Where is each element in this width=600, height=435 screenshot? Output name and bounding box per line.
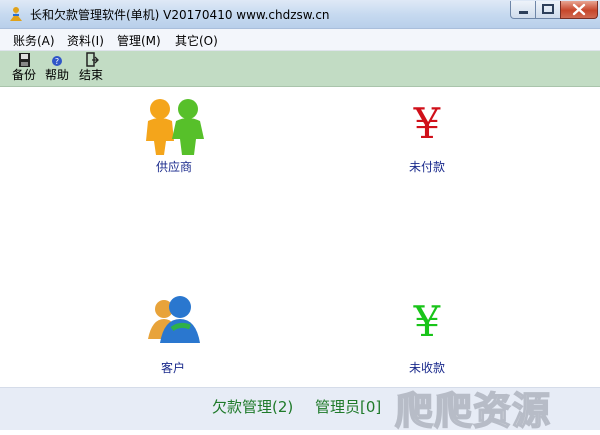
yen-red-icon: ¥ bbox=[413, 99, 441, 148]
suppliers-label: 供应商 bbox=[155, 160, 193, 174]
menu-other[interactable]: 其它(O) bbox=[175, 32, 218, 49]
help-icon: ? bbox=[52, 56, 62, 66]
backup-button[interactable]: 备份 bbox=[10, 52, 38, 83]
admin-status: 管理员[0] bbox=[315, 398, 382, 416]
unreceived-label: 未收款 bbox=[408, 361, 446, 375]
toolbar: 备份 ? 帮助 结束 bbox=[0, 51, 600, 87]
menu-bar: 账务(A) 资料(I) 管理(M) 其它(O) bbox=[0, 29, 600, 51]
unpaid-label: 未付款 bbox=[408, 160, 446, 174]
menu-manage[interactable]: 管理(M) bbox=[117, 32, 161, 49]
svg-text:?: ? bbox=[55, 57, 59, 66]
debt-mgmt-status: 欠款管理(2) bbox=[212, 398, 294, 416]
app-person-icon bbox=[10, 7, 22, 21]
menu-accounts[interactable]: 账务(A) bbox=[13, 32, 55, 49]
window-title: 长和欠款管理软件(单机) V20170410 www.chdzsw.cn bbox=[30, 8, 330, 22]
yen-green-icon: ¥ bbox=[413, 297, 441, 346]
app-window: 长和欠款管理软件(单机) V20170410 www.chdzsw.cn 账务(… bbox=[0, 0, 600, 434]
maximize-button[interactable] bbox=[535, 1, 561, 19]
messenger-users-icon bbox=[148, 296, 200, 343]
title-bar[interactable]: 长和欠款管理软件(单机) V20170410 www.chdzsw.cn bbox=[0, 0, 600, 29]
close-icon bbox=[572, 3, 586, 16]
backup-label: 备份 bbox=[11, 68, 36, 82]
menu-data[interactable]: 资料(I) bbox=[67, 32, 104, 49]
help-label: 帮助 bbox=[44, 68, 69, 82]
main-panel: 供应商 ¥ 未付款 客户 ¥ 未收款 bbox=[0, 87, 600, 387]
exit-label: 结束 bbox=[78, 68, 103, 82]
floppy-disk-icon bbox=[19, 53, 30, 67]
exit-door-icon bbox=[86, 52, 99, 67]
exit-button[interactable]: 结束 bbox=[77, 52, 105, 83]
minimize-icon bbox=[519, 11, 528, 14]
customers-label: 客户 bbox=[160, 361, 186, 375]
two-people-icon bbox=[146, 99, 204, 155]
watermark-text: 爬爬资源 bbox=[394, 388, 552, 434]
help-button[interactable]: ? 帮助 bbox=[43, 52, 71, 83]
maximize-icon bbox=[542, 4, 554, 14]
minimize-button[interactable] bbox=[510, 1, 536, 19]
close-button[interactable] bbox=[560, 1, 598, 19]
